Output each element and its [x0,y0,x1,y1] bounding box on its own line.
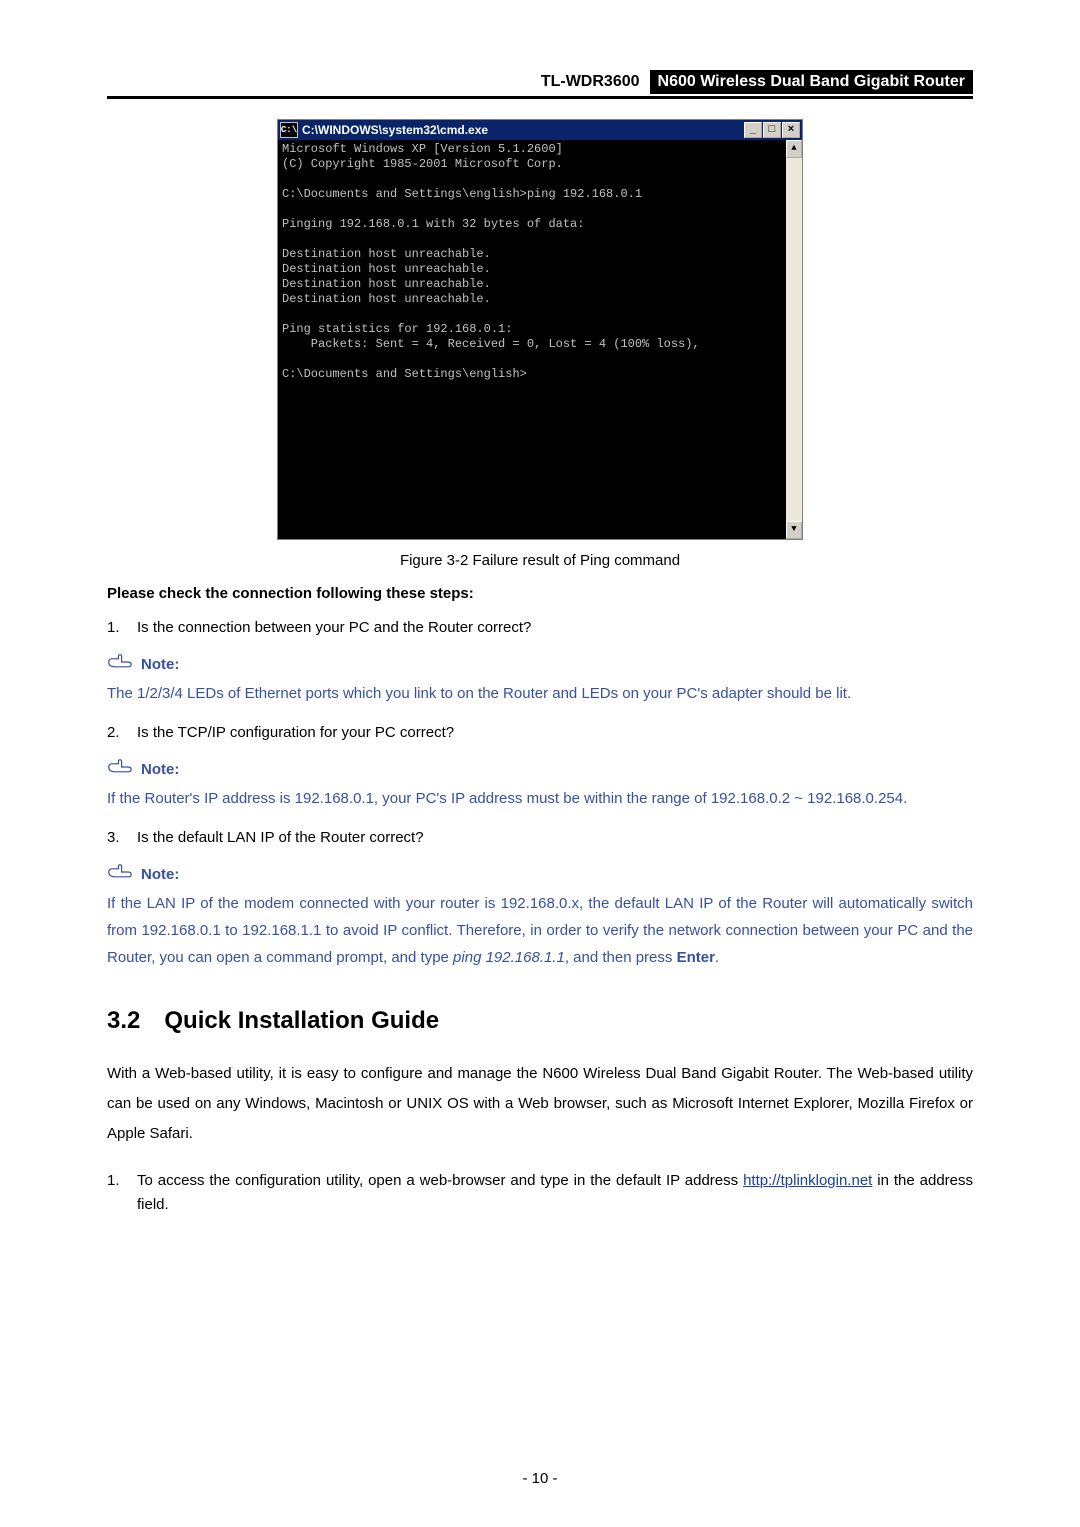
figure-caption: Figure 3-2 Failure result of Ping comman… [107,552,973,569]
step-text: Is the TCP/IP configuration for your PC … [137,721,973,745]
model-label: TL-WDR3600 [541,70,650,94]
step-number: 3. [107,826,137,850]
note-3-part-c: . [715,949,719,966]
step-2: 2. Is the TCP/IP configuration for your … [107,721,973,745]
section-title: Quick Installation Guide [164,1007,439,1034]
close-button[interactable]: × [782,122,800,138]
note-label: Note: [141,761,179,778]
intro-paragraph: With a Web-based utility, it is easy to … [107,1059,973,1149]
note-2-body: If the Router's IP address is 192.168.0.… [107,785,973,812]
page-number: - 10 - [0,1470,1080,1487]
step-text: To access the configuration utility, ope… [137,1169,973,1217]
note-heading: Note: [107,654,973,674]
page-header: TL-WDR3600 N600 Wireless Dual Band Gigab… [107,70,973,99]
cmd-output: Microsoft Windows XP [Version 5.1.2600] … [278,140,786,539]
note-3-command: ping 192.168.1.1 [453,949,565,966]
access-step-1: 1. To access the configuration utility, … [107,1169,973,1217]
maximize-button[interactable]: □ [763,122,781,138]
model-description: N600 Wireless Dual Band Gigabit Router [650,70,973,94]
note-3-body: If the LAN IP of the modem connected wit… [107,890,973,971]
step-1: 1. Is the connection between your PC and… [107,616,973,640]
step-3: 3. Is the default LAN IP of the Router c… [107,826,973,850]
note-3-enter: Enter [677,949,715,966]
note-label: Note: [141,866,179,883]
note-heading: Note: [107,759,973,779]
cmd-title-text: C:\WINDOWS\system32\cmd.exe [302,123,744,137]
pointing-hand-icon [107,654,133,674]
step-number: 1. [107,1169,137,1217]
section-heading: 3.2 Quick Installation Guide [107,1007,973,1035]
config-url-link[interactable]: http://tplinklogin.net [743,1172,872,1189]
step-text: Is the default LAN IP of the Router corr… [137,826,973,850]
pointing-hand-icon [107,759,133,779]
section-number: 3.2 [107,1007,140,1034]
step-text: Is the connection between your PC and th… [137,616,973,640]
check-heading: Please check the connection following th… [107,585,973,602]
step-number: 1. [107,616,137,640]
cmd-scrollbar[interactable]: ▲ ▼ [786,140,802,539]
cmd-app-icon: C:\ [280,122,298,138]
cmd-titlebar: C:\ C:\WINDOWS\system32\cmd.exe _ □ × [278,120,802,140]
cmd-window: C:\ C:\WINDOWS\system32\cmd.exe _ □ × Mi… [277,119,803,540]
scroll-up-button[interactable]: ▲ [786,140,802,158]
note-3-part-b: , and then press [565,949,677,966]
pointing-hand-icon [107,864,133,884]
scroll-down-button[interactable]: ▼ [786,521,802,539]
note-label: Note: [141,656,179,673]
step-number: 2. [107,721,137,745]
note-heading: Note: [107,864,973,884]
scroll-track[interactable] [786,158,802,521]
note-1-body: The 1/2/3/4 LEDs of Ethernet ports which… [107,680,973,707]
access-step-part-a: To access the configuration utility, ope… [137,1172,743,1189]
minimize-button[interactable]: _ [744,122,762,138]
